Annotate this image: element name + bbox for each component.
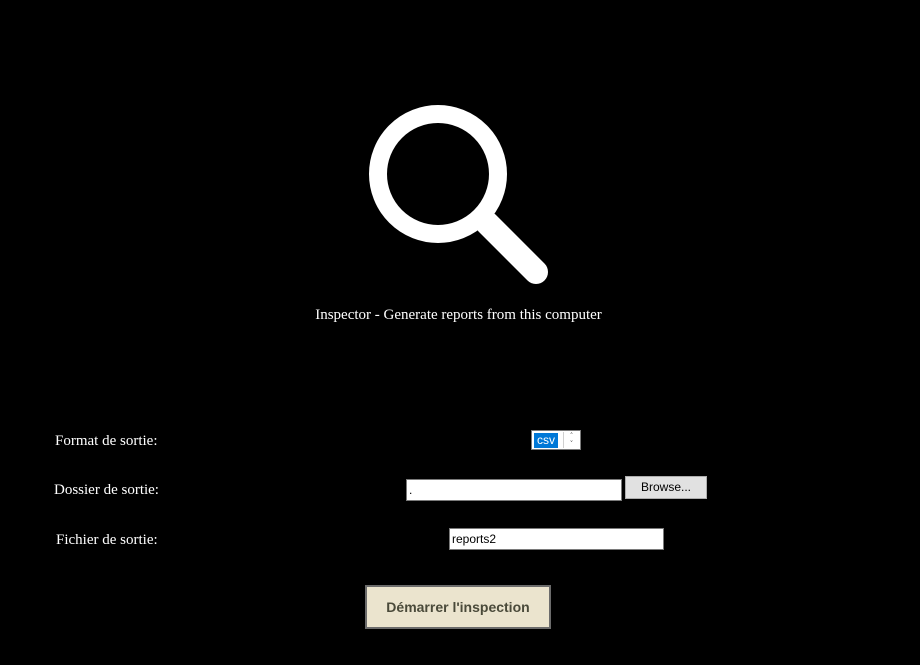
browse-button[interactable]: Browse... xyxy=(625,476,707,499)
chevron-up-icon[interactable]: ˄ xyxy=(564,432,579,440)
format-label: Format de sortie: xyxy=(55,433,158,449)
start-inspection-button[interactable]: Démarrer l'inspection xyxy=(365,585,551,629)
format-spinbox[interactable]: csv ˄ ˅ xyxy=(531,430,581,450)
app-title: Inspector - Generate reports from this c… xyxy=(315,307,602,323)
spin-arrows[interactable]: ˄ ˅ xyxy=(563,432,579,448)
format-value: csv xyxy=(534,433,558,448)
folder-label: Dossier de sortie: xyxy=(54,482,159,498)
folder-input[interactable] xyxy=(406,479,622,501)
file-label: Fichier de sortie: xyxy=(56,532,158,548)
chevron-down-icon[interactable]: ˅ xyxy=(564,440,579,448)
file-input[interactable] xyxy=(449,528,664,550)
magnifying-glass-icon xyxy=(369,105,548,284)
